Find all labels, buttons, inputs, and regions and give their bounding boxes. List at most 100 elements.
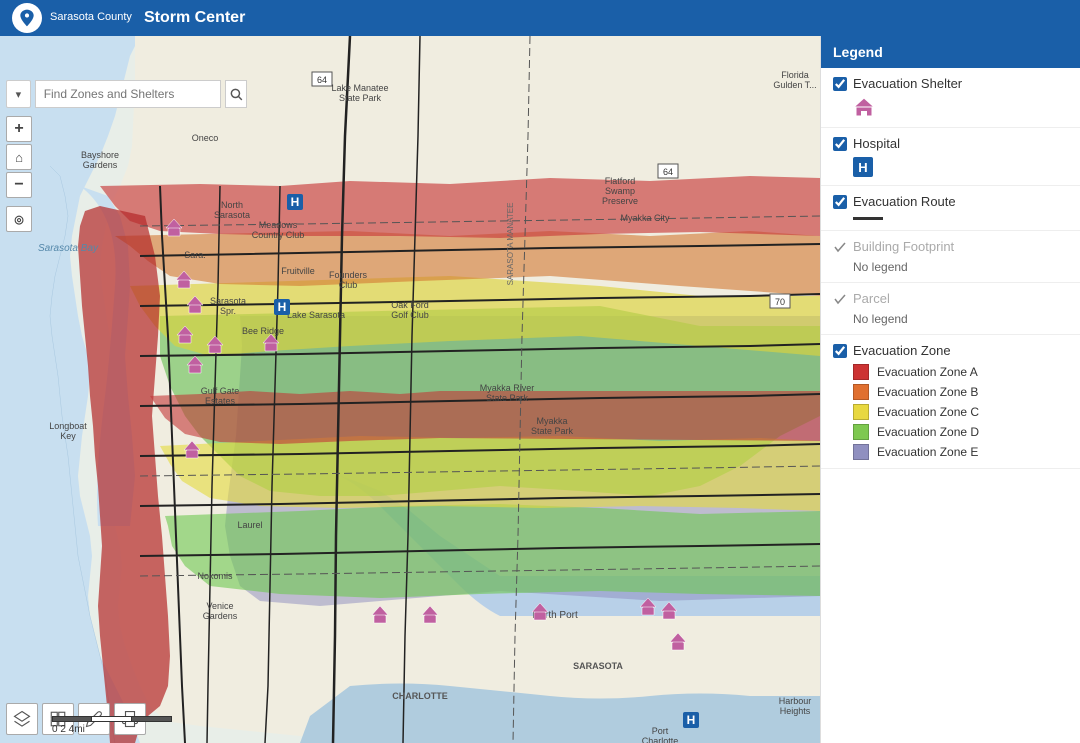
parcel-no-legend: No legend (833, 312, 1068, 326)
svg-text:64: 64 (663, 167, 673, 177)
logo-icon (12, 3, 42, 33)
svg-text:Sarasota Bay: Sarasota Bay (38, 243, 99, 254)
svg-text:SARASOTA MANATEE: SARASOTA MANATEE (506, 203, 515, 286)
zone-d-label: Evacuation Zone D (877, 425, 979, 439)
zone-c-row: Evacuation Zone C (833, 404, 1068, 420)
layer-btn[interactable] (6, 703, 38, 735)
county-name: Sarasota County (50, 11, 132, 24)
shelter-label: Evacuation Shelter (853, 76, 962, 91)
search-bar: ▾ (6, 80, 247, 108)
svg-text:Myakka: Myakka (536, 416, 567, 426)
zone-d-swatch (853, 424, 869, 440)
svg-text:Meadows: Meadows (259, 220, 298, 230)
svg-text:Port: Port (652, 726, 669, 736)
legend-section-parcel: Parcel No legend (821, 283, 1080, 335)
zone-e-row: Evacuation Zone E (833, 444, 1068, 460)
shelter-checkbox[interactable] (833, 77, 847, 91)
legend-panel: Legend Evacuation Shelter Hospital H (820, 36, 1080, 743)
zone-b-label: Evacuation Zone B (877, 385, 978, 399)
hospital-label: Hospital (853, 136, 900, 151)
svg-text:Swamp: Swamp (605, 186, 635, 196)
home-button[interactable]: ⌂ (6, 144, 32, 170)
svg-text:Key: Key (60, 431, 76, 441)
zone-d-row: Evacuation Zone D (833, 424, 1068, 440)
svg-text:Venice: Venice (206, 601, 233, 611)
svg-text:Heights: Heights (780, 706, 811, 716)
svg-text:Fruitville: Fruitville (281, 266, 315, 276)
route-line-icon (853, 217, 883, 220)
svg-text:Estates: Estates (205, 396, 236, 406)
hospital-icon: H (853, 157, 873, 177)
svg-text:Golf Club: Golf Club (391, 310, 429, 320)
route-label: Evacuation Route (853, 194, 956, 209)
svg-text:Lake Sarasota: Lake Sarasota (287, 310, 345, 320)
svg-text:North: North (221, 200, 243, 210)
svg-text:H: H (687, 713, 696, 727)
svg-text:Founders: Founders (329, 270, 368, 280)
svg-text:Gulf Gate: Gulf Gate (201, 386, 240, 396)
search-button[interactable] (225, 80, 247, 108)
svg-text:Country Club: Country Club (252, 230, 305, 240)
search-dropdown-btn[interactable]: ▾ (6, 80, 31, 108)
svg-text:Flatford: Flatford (605, 176, 636, 186)
svg-text:Florida: Florida (781, 70, 809, 80)
svg-text:State Park: State Park (531, 426, 574, 436)
logo: Sarasota County (12, 3, 132, 33)
legend-section-building: Building Footprint No legend (821, 231, 1080, 283)
svg-text:Myakka City: Myakka City (620, 213, 670, 223)
zoom-out-button[interactable]: − (6, 172, 32, 198)
zone-b-swatch (853, 384, 869, 400)
svg-text:Oneco: Oneco (192, 133, 219, 143)
zones-label: Evacuation Zone (853, 343, 951, 358)
svg-text:Spr.: Spr. (220, 306, 236, 316)
svg-text:Club: Club (339, 280, 358, 290)
svg-text:Charlotte: Charlotte (642, 736, 679, 743)
scale-label: 0 2 4mi (52, 724, 85, 735)
legend-section-zones: Evacuation Zone Evacuation Zone A Evacua… (821, 335, 1080, 469)
zoom-in-button[interactable]: + (6, 116, 32, 142)
legend-section-shelter: Evacuation Shelter (821, 68, 1080, 128)
legend-header: Legend (821, 36, 1080, 68)
svg-text:Nokomis: Nokomis (197, 571, 233, 581)
svg-text:Gardens: Gardens (83, 160, 118, 170)
zone-e-label: Evacuation Zone E (877, 445, 978, 459)
svg-text:Sara.: Sara. (184, 250, 206, 260)
parcel-check-icon (833, 292, 847, 306)
svg-text:Sarasota: Sarasota (210, 296, 246, 306)
zone-c-swatch (853, 404, 869, 420)
zone-b-row: Evacuation Zone B (833, 384, 1068, 400)
zones-checkbox[interactable] (833, 344, 847, 358)
svg-text:Laurel: Laurel (237, 520, 262, 530)
zone-e-swatch (853, 444, 869, 460)
svg-text:Preserve: Preserve (602, 196, 638, 206)
legend-section-route: Evacuation Route (821, 186, 1080, 231)
svg-text:Bee Ridge: Bee Ridge (242, 326, 284, 336)
svg-text:Sarasota: Sarasota (214, 210, 250, 220)
scale-bar: 0 2 4mi (52, 716, 172, 735)
zone-a-row: Evacuation Zone A (833, 364, 1068, 380)
svg-text:Longboat: Longboat (49, 421, 87, 431)
locate-button[interactable]: ◎ (6, 206, 32, 232)
building-check-icon (833, 240, 847, 254)
app-title: Storm Center (144, 9, 245, 27)
svg-text:Harbour: Harbour (779, 696, 812, 706)
map-controls: + ⌂ − ◎ (6, 116, 32, 232)
svg-text:SARASOTA: SARASOTA (573, 661, 623, 671)
route-checkbox[interactable] (833, 195, 847, 209)
svg-text:Oak Ford: Oak Ford (391, 300, 429, 310)
svg-text:64: 64 (317, 75, 327, 85)
search-input[interactable] (35, 80, 222, 108)
svg-text:Bayshore: Bayshore (81, 150, 119, 160)
zone-a-label: Evacuation Zone A (877, 365, 978, 379)
header: Sarasota County Storm Center (0, 0, 1080, 36)
svg-text:H: H (278, 300, 287, 314)
hospital-checkbox[interactable] (833, 137, 847, 151)
svg-text:State Park: State Park (486, 393, 529, 403)
shelter-icon (853, 97, 875, 119)
svg-text:70: 70 (775, 297, 785, 307)
svg-text:Gulden T...: Gulden T... (773, 80, 816, 90)
svg-text:Lake Manatee: Lake Manatee (331, 83, 388, 93)
svg-text:CHARLOTTE: CHARLOTTE (392, 691, 448, 701)
parcel-label: Parcel (853, 291, 890, 306)
svg-text:State Park: State Park (339, 93, 382, 103)
